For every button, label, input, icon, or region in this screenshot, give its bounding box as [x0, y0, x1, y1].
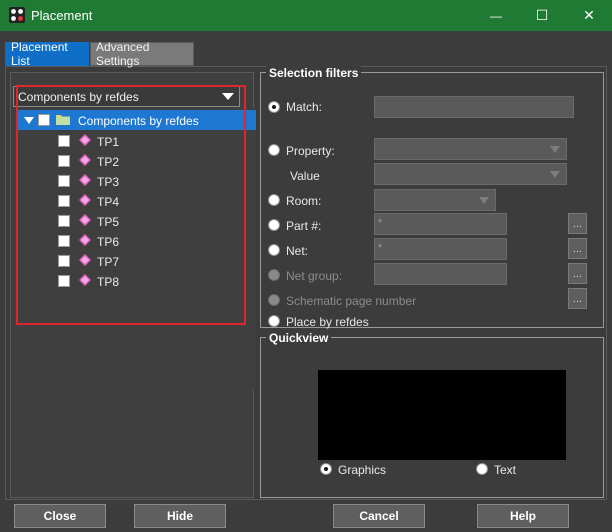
selection-filters-title: Selection filters — [266, 66, 362, 80]
match-input[interactable] — [374, 96, 574, 118]
place-by-refdes-label: Place by refdes — [286, 315, 369, 329]
net-label: Net: — [286, 244, 309, 258]
schematic-page-browse-button[interactable]: ... — [568, 288, 587, 309]
net-group-label: Net group: — [286, 269, 343, 283]
net-input[interactable]: * — [374, 238, 507, 260]
minimize-button[interactable]: — — [473, 0, 519, 31]
text-radio[interactable] — [476, 463, 488, 475]
chevron-down-icon — [550, 146, 560, 153]
value-select[interactable] — [374, 163, 567, 185]
window-title: Placement — [31, 8, 93, 23]
room-select[interactable] — [374, 189, 496, 211]
property-label: Property: — [286, 144, 335, 158]
maximize-button[interactable]: ☐ — [519, 0, 565, 31]
part-input[interactable]: * — [374, 213, 507, 235]
net-group-browse-button[interactable]: ... — [568, 263, 587, 284]
schematic-page-label: Schematic page number — [286, 294, 417, 308]
text-label: Text — [494, 463, 517, 477]
value-label: Value — [290, 169, 320, 183]
match-radio[interactable] — [268, 101, 280, 113]
net-radio[interactable] — [268, 244, 280, 256]
schematic-page-radio[interactable] — [268, 294, 280, 306]
quickview-canvas — [318, 370, 566, 460]
quickview-title: Quickview — [266, 331, 332, 345]
part-browse-button[interactable]: ... — [568, 213, 587, 234]
property-radio[interactable] — [268, 144, 280, 156]
help-button[interactable]: Help — [477, 504, 569, 528]
hide-button[interactable]: Hide — [134, 504, 226, 528]
place-by-refdes-radio[interactable] — [268, 315, 280, 327]
tab-placement-list[interactable]: Placement List — [5, 40, 89, 68]
close-icon: ✕ — [583, 7, 595, 23]
chevron-down-icon — [550, 171, 560, 178]
tab-advanced-settings[interactable]: Advanced Settings — [90, 40, 194, 68]
placement-app-icon — [9, 7, 25, 23]
property-select[interactable] — [374, 138, 567, 160]
graphics-radio[interactable] — [320, 463, 332, 475]
room-label: Room: — [286, 194, 322, 208]
net-group-input[interactable] — [374, 263, 507, 285]
net-group-radio[interactable] — [268, 269, 280, 281]
highlight-box — [16, 85, 246, 325]
chevron-down-icon — [479, 197, 489, 204]
match-label: Match: — [286, 100, 323, 114]
room-radio[interactable] — [268, 194, 280, 206]
cancel-button[interactable]: Cancel — [333, 504, 425, 528]
net-browse-button[interactable]: ... — [568, 238, 587, 259]
graphics-label: Graphics — [338, 463, 387, 477]
close-button[interactable]: Close — [14, 504, 106, 528]
close-window-button[interactable]: ✕ — [566, 0, 612, 31]
part-radio[interactable] — [268, 219, 280, 231]
maximize-icon: ☐ — [535, 7, 549, 23]
part-label: Part #: — [286, 219, 322, 233]
minimize-icon: — — [490, 8, 502, 23]
